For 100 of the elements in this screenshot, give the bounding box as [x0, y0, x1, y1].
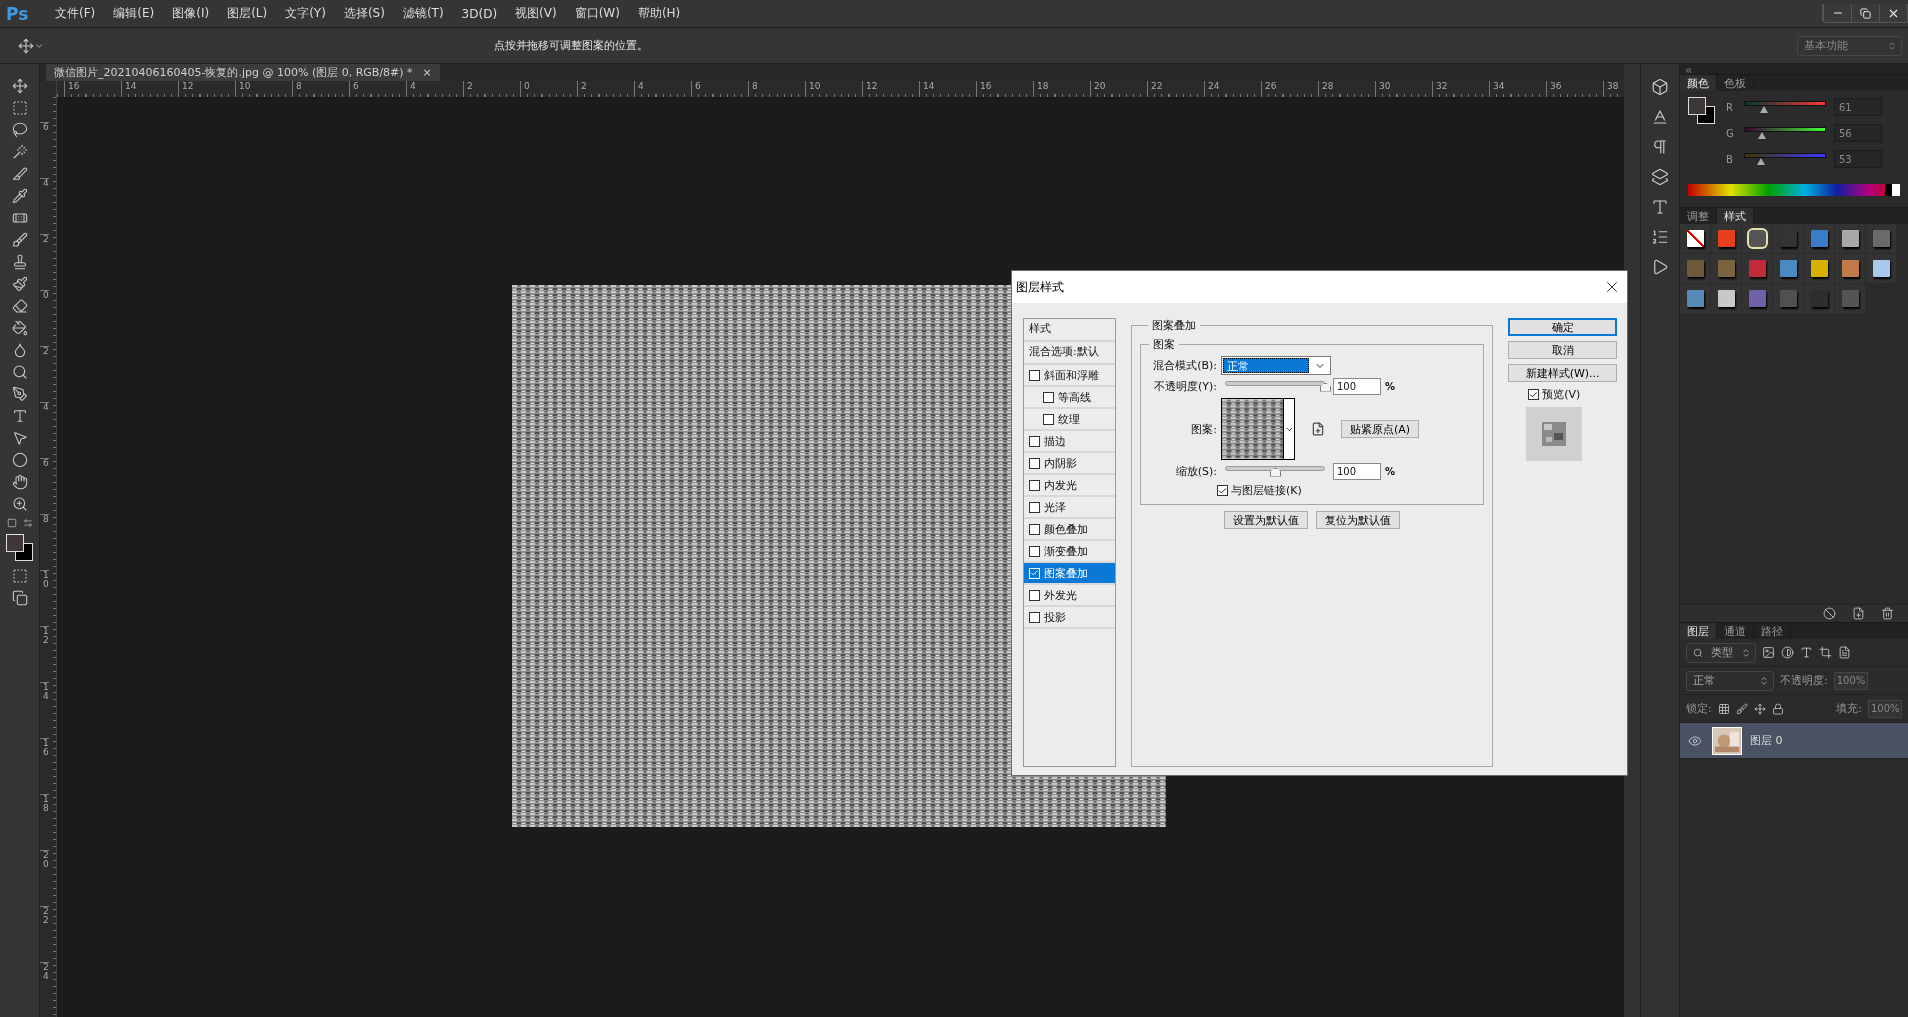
swap-icon[interactable] [22, 518, 33, 528]
color-swatches-drawing[interactable] [1688, 97, 1716, 125]
checkbox[interactable] [1029, 435, 1040, 447]
smart-object-icon[interactable] [1838, 646, 1851, 659]
workspace-select[interactable]: 基本功能 [1797, 35, 1902, 56]
layer-row[interactable]: 图层 0 [1680, 723, 1908, 759]
style-swatch[interactable] [1866, 254, 1896, 283]
ellipse-icon[interactable] [11, 452, 28, 468]
menu-item[interactable]: 3D(D) [452, 6, 507, 21]
style-list-item[interactable]: 等高线 [1024, 387, 1115, 409]
document-tab[interactable]: 微信图片_20210406160405-恢复的.jpg @ 100% (图层 0, RGB/8#) * × [46, 64, 440, 81]
default-button[interactable]: 设置为默认值 [1224, 511, 1309, 529]
checkbox[interactable] [1528, 389, 1540, 400]
restore-button[interactable] [1851, 4, 1879, 22]
slider-thumb[interactable] [1320, 382, 1331, 392]
checkbox[interactable] [1029, 523, 1040, 535]
screen-mode-icon[interactable] [11, 590, 28, 606]
checkbox[interactable] [1043, 391, 1054, 403]
channel-slider[interactable] [1744, 126, 1826, 140]
style-list-item[interactable]: 图案叠加 [1024, 563, 1115, 585]
scale-field[interactable]: 100 [1333, 463, 1381, 480]
style-swatch[interactable] [1742, 254, 1772, 283]
knife-icon[interactable] [11, 166, 28, 182]
checkbox[interactable] [1029, 501, 1040, 513]
slider-thumb[interactable] [1757, 157, 1766, 165]
channel-slider[interactable] [1744, 100, 1826, 114]
color-spectrum[interactable] [1688, 184, 1900, 196]
default-button[interactable]: 复位为默认值 [1316, 511, 1401, 529]
slider-thumb[interactable] [1759, 105, 1768, 113]
style-swatch[interactable] [1711, 284, 1741, 313]
shape-filter-icon[interactable] [1819, 646, 1832, 659]
move-icon[interactable] [11, 78, 28, 94]
eyedropper-icon[interactable] [11, 188, 28, 204]
pilcrow-icon[interactable] [1651, 138, 1669, 156]
panel-tab[interactable]: 图层 [1680, 623, 1717, 639]
snap-origin-button[interactable]: 贴紧原点(A) [1341, 420, 1420, 438]
action-button[interactable]: 确定 [1508, 318, 1617, 336]
magnifier-icon[interactable] [11, 364, 28, 380]
menu-item[interactable]: 编辑(E) [104, 5, 164, 22]
channel-value[interactable]: 56 [1834, 124, 1882, 142]
checkbox[interactable] [1043, 413, 1054, 425]
lasso-icon[interactable] [11, 122, 28, 138]
hand-icon[interactable] [11, 474, 28, 490]
eraser-icon[interactable] [11, 298, 28, 314]
panel-tab[interactable]: 色板 [1717, 75, 1754, 91]
style-list-item[interactable]: 斜面和浮雕 [1024, 365, 1115, 387]
bucket-icon[interactable] [11, 320, 28, 336]
collapse-icon[interactable] [1684, 66, 1693, 75]
menu-item[interactable]: 文件(F) [46, 5, 105, 22]
channel-value[interactable]: 53 [1834, 150, 1882, 168]
brush-icon[interactable] [11, 232, 28, 248]
menu-item[interactable]: 滤镜(T) [393, 5, 453, 22]
style-list-item[interactable]: 纹理 [1024, 409, 1115, 431]
channel-slider[interactable] [1744, 152, 1826, 166]
style-list-item[interactable]: 内发光 [1024, 475, 1115, 497]
minimize-button[interactable] [1823, 4, 1851, 22]
checkbox[interactable] [1217, 485, 1228, 496]
style-swatch[interactable] [1835, 254, 1865, 283]
action-button[interactable]: 取消 [1508, 341, 1617, 359]
lock-paint-icon[interactable] [1735, 702, 1748, 715]
style-swatch[interactable] [1804, 224, 1834, 253]
checkbox[interactable] [1029, 545, 1040, 557]
trash-icon[interactable] [1881, 607, 1894, 620]
panel-tab[interactable]: 路径 [1754, 623, 1791, 639]
clear-style-icon[interactable] [1823, 607, 1836, 620]
slider-thumb[interactable] [1270, 467, 1281, 477]
blend-mode-select[interactable]: 正常 [1221, 356, 1331, 375]
menu-item[interactable]: 选择(S) [334, 5, 394, 22]
style-swatch[interactable] [1680, 284, 1710, 313]
style-swatch[interactable] [1804, 284, 1834, 313]
checkbox[interactable] [1029, 611, 1040, 623]
panel-tab[interactable]: 通道 [1717, 623, 1754, 639]
menu-item[interactable]: 帮助(H) [628, 5, 690, 22]
zoom-icon[interactable] [11, 496, 28, 512]
menu-item[interactable]: 图像(I) [163, 5, 219, 22]
channel-value[interactable]: 61 [1834, 98, 1882, 116]
quick-mask-icon[interactable] [11, 568, 28, 584]
cube-icon[interactable] [1651, 78, 1669, 96]
menu-item[interactable]: 文字(Y) [276, 5, 335, 22]
style-swatch[interactable] [1680, 254, 1710, 283]
pattern-picker[interactable] [1221, 398, 1295, 460]
style-list-item[interactable]: 描边 [1024, 431, 1115, 453]
new-preset-icon[interactable] [1311, 422, 1325, 436]
opacity-field[interactable]: 100% [1833, 671, 1868, 690]
style-list-item[interactable]: 内阴影 [1024, 453, 1115, 475]
checkbox[interactable] [1029, 589, 1040, 601]
image-filter-icon[interactable] [1762, 646, 1775, 659]
style-list-item[interactable]: 光泽 [1024, 497, 1115, 519]
style-list-item[interactable]: 外发光 [1024, 585, 1115, 607]
stamp-icon[interactable] [11, 254, 28, 270]
pointer-icon[interactable] [11, 430, 28, 446]
blending-options-item[interactable]: 混合选项:默认 [1024, 342, 1115, 365]
style-swatch[interactable] [1711, 224, 1741, 253]
eye-icon[interactable] [1688, 733, 1702, 748]
action-button[interactable]: 新建样式(W)... [1508, 364, 1617, 382]
type-filter-icon[interactable] [1800, 646, 1813, 659]
adjustment-filter-icon[interactable] [1781, 646, 1794, 659]
style-list-item[interactable]: 投影 [1024, 607, 1115, 629]
new-style-icon[interactable] [1852, 607, 1865, 620]
opacity-field[interactable]: 100 [1333, 378, 1381, 395]
